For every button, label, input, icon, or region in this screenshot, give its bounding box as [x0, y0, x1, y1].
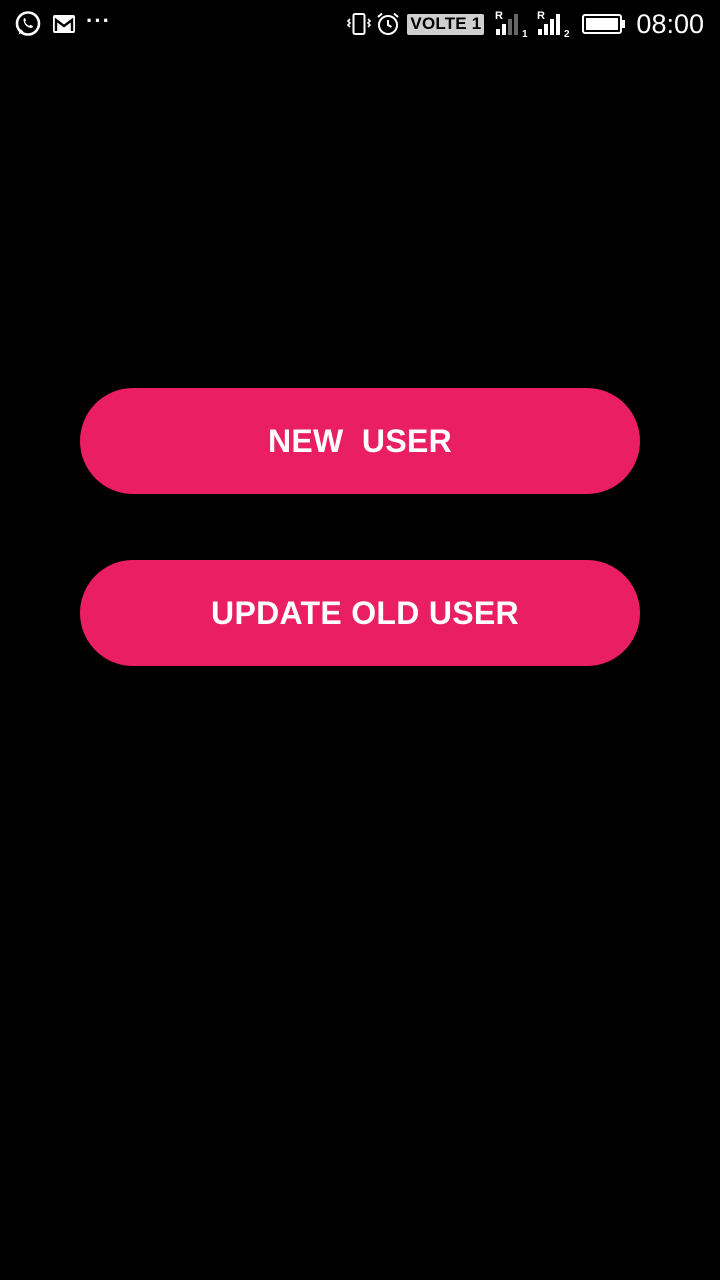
volte-badge: VOLTE 1 [407, 13, 485, 35]
vibrate-icon [345, 11, 373, 37]
app-screen: ··· VOLTE 1 R 1 R 2 08:00 NEW USER UPDAT… [0, 0, 720, 1280]
signal-sim2-icon: R 2 [536, 9, 572, 39]
sim1-index-label: 1 [522, 29, 528, 39]
status-bar: ··· VOLTE 1 R 1 R 2 08:00 [0, 0, 720, 50]
more-notifications-icon: ··· [86, 8, 111, 33]
whatsapp-icon [14, 10, 42, 38]
gmail-icon [52, 14, 76, 34]
update-old-user-button[interactable]: UPDATE OLD USER [80, 560, 640, 666]
battery-icon [582, 13, 626, 35]
sim2-index-label: 2 [564, 29, 570, 39]
system-status-icons: VOLTE 1 R 1 R 2 08:00 [345, 7, 704, 41]
update-old-user-label: UPDATE OLD USER [211, 594, 519, 631]
signal-sim1-icon: R 1 [494, 9, 530, 39]
status-time: 08:00 [636, 8, 704, 39]
new-user-button[interactable]: NEW USER [80, 388, 640, 494]
notification-icons: ··· [14, 8, 111, 39]
alarm-icon [375, 11, 401, 37]
sim2-roaming-label: R [537, 10, 545, 22]
sim1-roaming-label: R [495, 10, 503, 22]
